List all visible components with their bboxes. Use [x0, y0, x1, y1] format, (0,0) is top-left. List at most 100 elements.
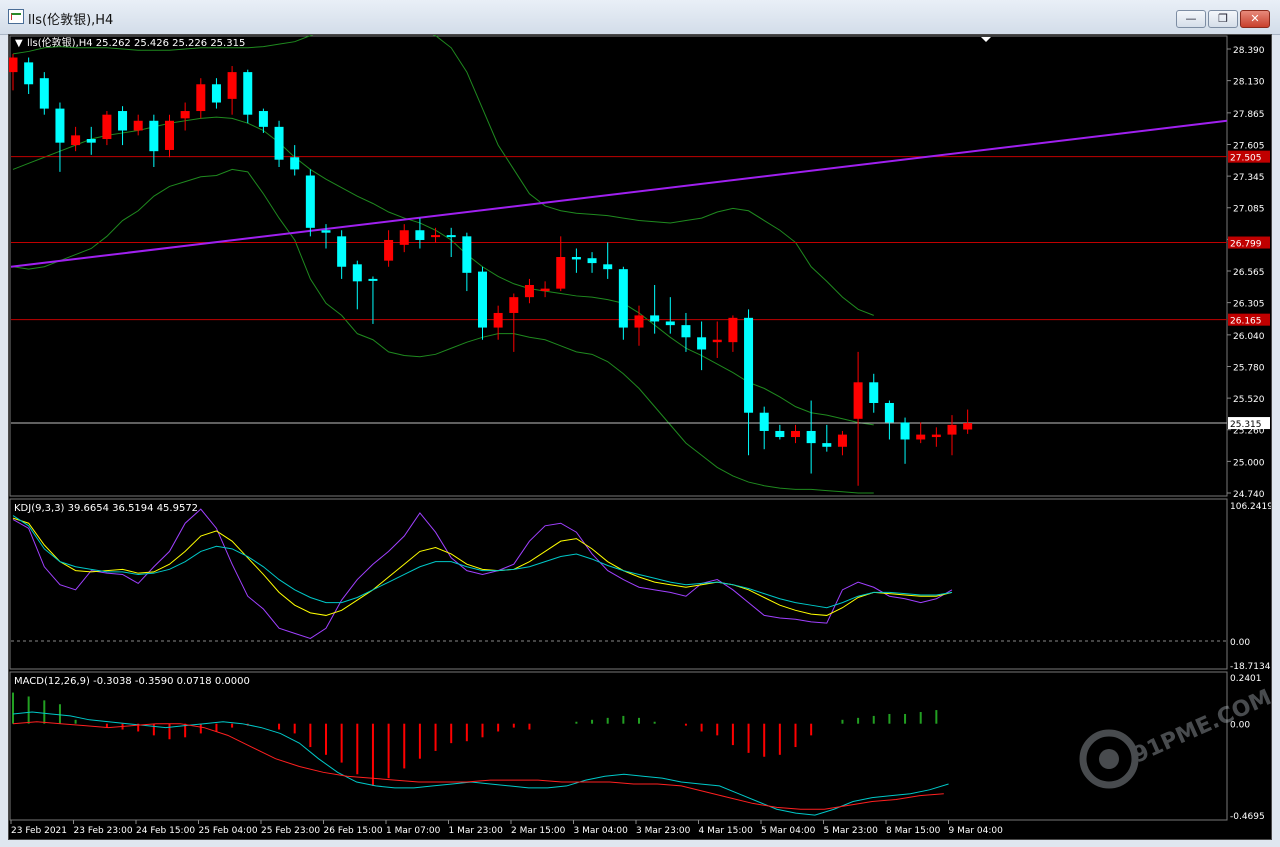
kdj-pane-border	[9, 498, 1228, 670]
candle-body	[571, 257, 581, 260]
candle-body	[947, 424, 957, 435]
candle-body	[884, 402, 894, 423]
candle-body	[744, 317, 754, 413]
candle-body	[102, 114, 112, 140]
time-label: 24 Feb 15:00	[136, 826, 195, 836]
time-label: 3 Mar 04:00	[574, 826, 629, 836]
time-label: 9 Mar 04:00	[949, 826, 1004, 836]
macd-header: MACD(12,26,9) -0.3038 -0.3590 0.0718 0.0…	[14, 676, 250, 687]
kdj-line-j	[12, 515, 953, 609]
price-label: 24.740	[1233, 490, 1265, 500]
candle-body	[133, 120, 143, 131]
candle-body	[180, 111, 190, 119]
kdj-axis-label: 0.00	[1230, 638, 1250, 648]
candle-body	[71, 135, 81, 146]
candle-body	[24, 62, 34, 85]
chart-window-icon	[8, 9, 24, 24]
close-button[interactable]: ✕	[1240, 10, 1270, 28]
restore-button[interactable]: ❐	[1208, 10, 1238, 28]
price-label: 25.780	[1233, 363, 1265, 373]
price-label: 26.040	[1233, 332, 1265, 342]
candle-body	[963, 423, 973, 430]
candle-body	[431, 235, 441, 238]
candle-body	[478, 271, 487, 328]
candle-body	[211, 84, 221, 103]
time-label: 5 Mar 23:00	[824, 826, 879, 836]
watermark: 91PME.COM 鑫汇宝贵金属	[1079, 627, 1280, 789]
time-label: 25 Feb 23:00	[261, 826, 320, 836]
candle-body	[149, 120, 159, 152]
candle-body	[415, 230, 425, 240]
macd-axis-label: -0.4695	[1230, 812, 1265, 822]
candle-body	[274, 126, 284, 160]
candle-body	[290, 157, 300, 170]
candle-body	[368, 278, 378, 281]
price-label: 25.000	[1233, 458, 1265, 468]
time-label: 23 Feb 2021	[11, 826, 67, 836]
candle-body	[916, 434, 926, 440]
candle-body	[697, 337, 707, 350]
current-price-label: 25.315	[1230, 420, 1262, 430]
time-label: 3 Mar 23:00	[636, 826, 691, 836]
candle-body	[399, 230, 409, 245]
candle-body	[728, 317, 738, 343]
candle-body	[165, 120, 174, 150]
main-pane-border	[9, 35, 1228, 497]
time-label: 2 Mar 15:00	[511, 826, 566, 836]
candle-body	[712, 339, 722, 343]
time-label: 8 Mar 15:00	[886, 826, 941, 836]
candle-body	[305, 175, 315, 228]
candle-body	[681, 325, 691, 338]
candle-body	[352, 264, 362, 282]
chart-canvas[interactable]: ▼ lls(伦敦银),H4 25.262 25.426 25.226 25.31…	[8, 20, 1280, 839]
candle-body	[321, 230, 331, 233]
time-label: 23 Feb 23:00	[74, 826, 133, 836]
kdj-axis-label: -18.7134	[1230, 662, 1271, 672]
time-label: 4 Mar 15:00	[699, 826, 754, 836]
price-label: 26.305	[1233, 300, 1265, 310]
price-label: 27.865	[1233, 110, 1265, 120]
window-titlebar: lls(伦敦银),H4 — ❐ ✕	[0, 0, 1280, 35]
trendline	[10, 119, 1228, 268]
shift-marker-icon[interactable]	[981, 37, 991, 42]
candle-body	[837, 434, 847, 447]
candle-body	[603, 264, 613, 270]
time-label: 1 Mar 07:00	[386, 826, 441, 836]
window-title: lls(伦敦银),H4	[28, 13, 114, 28]
price-label: 27.345	[1233, 173, 1265, 183]
candle-body	[806, 430, 816, 444]
candle-body	[227, 72, 237, 99]
dropdown-arrow-icon[interactable]: ▼	[15, 38, 23, 49]
kdj-axis-label: 106.2419	[1230, 502, 1271, 512]
chart-area[interactable]: ▼ lls(伦敦银),H4 25.262 25.426 25.226 25.31…	[8, 20, 1280, 840]
candle-body	[258, 111, 268, 127]
candle-body	[759, 412, 769, 431]
price-label: 25.520	[1233, 395, 1265, 405]
candle-body	[540, 288, 550, 292]
time-label: 1 Mar 23:00	[449, 826, 504, 836]
candle-body	[337, 236, 347, 267]
time-label: 25 Feb 04:00	[199, 826, 258, 836]
candle-body	[853, 382, 863, 419]
price-tag-label: 27.505	[1230, 154, 1262, 164]
candle-body	[665, 321, 675, 326]
candle-body	[446, 235, 456, 238]
candle-body	[822, 443, 832, 447]
candle-body	[791, 430, 800, 438]
candle-body	[634, 315, 644, 328]
candle-body	[900, 422, 910, 440]
price-tag-label: 26.165	[1230, 317, 1262, 327]
candle-body	[86, 139, 96, 143]
bollinger-upper	[12, 20, 874, 316]
price-label: 26.565	[1233, 268, 1265, 278]
candle-body	[493, 312, 503, 328]
minimize-button[interactable]: —	[1176, 10, 1206, 28]
candle-body	[509, 297, 519, 313]
candle-body	[384, 239, 394, 261]
watermark-text: 91PME.COM 鑫汇宝贵金属	[1129, 627, 1271, 768]
candle-body	[462, 236, 472, 273]
price-label: 27.605	[1233, 141, 1265, 151]
price-label: 27.085	[1233, 205, 1265, 215]
time-label: 5 Mar 04:00	[761, 826, 816, 836]
kdj-header: KDJ(9,3,3) 39.6654 36.5194 45.9572	[14, 503, 198, 514]
